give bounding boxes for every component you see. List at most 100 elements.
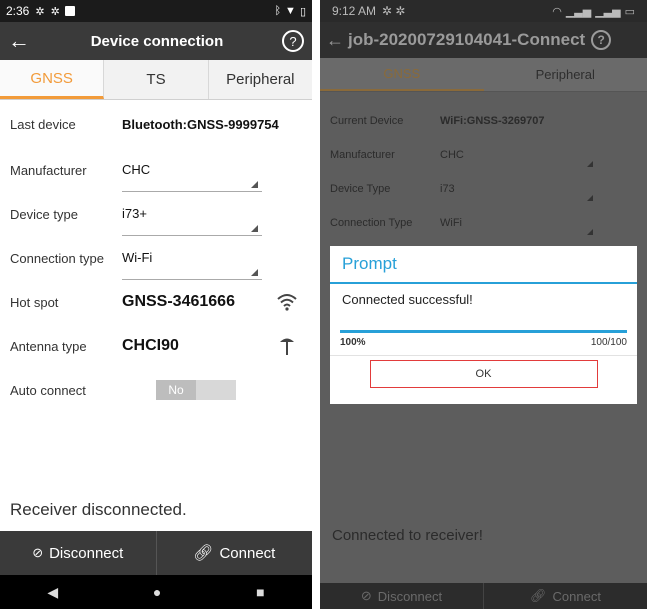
gear-icon: ✲: [50, 5, 60, 18]
battery-icon: ▭: [624, 5, 635, 18]
dialog-footer: OK: [330, 355, 637, 391]
dropdown-icon: [251, 181, 258, 188]
ok-button[interactable]: OK: [369, 359, 598, 388]
device-type-label: Device Type: [330, 183, 391, 195]
hot-spot-row: Hot spot GNSS-3461666: [10, 280, 302, 324]
status-bar: 2:36 ✲ ✲ ᛒ ▼ ▯: [0, 0, 312, 22]
tab-gnss[interactable]: GNSS: [0, 60, 105, 99]
dropdown-icon: [251, 269, 258, 276]
connect-button[interactable]: 🔗︎ Connect: [483, 583, 647, 609]
progress-percent: 100%: [340, 337, 366, 348]
wifi-status-icon: ▼: [285, 5, 296, 17]
connect-button[interactable]: 🔗︎ Connect: [155, 531, 313, 575]
link-icon: 🔗︎: [530, 588, 547, 603]
dropdown-icon: [251, 225, 258, 232]
nav-back-icon[interactable]: ◀: [47, 584, 58, 601]
last-device-row: Last device Bluetooth:GNSS-9999754: [10, 100, 302, 148]
help-icon[interactable]: ?: [591, 30, 612, 50]
device-type-select[interactable]: i73: [440, 172, 597, 206]
dropdown-icon: [587, 229, 593, 235]
tab-bar: GNSS TS Peripheral: [0, 60, 312, 100]
connection-type-value: Wi-Fi: [122, 250, 153, 265]
disconnect-button[interactable]: ⊘ Disconnect: [0, 531, 156, 575]
wifi-status-icon: ◠: [552, 5, 562, 18]
device-form: Last device Bluetooth:GNSS-9999754 Manuf…: [0, 100, 312, 412]
connection-type-select[interactable]: Wi-Fi: [122, 236, 262, 280]
disconnect-button[interactable]: ⊘ Disconnect: [320, 583, 483, 609]
connection-type-value: WiFi: [440, 217, 462, 229]
tab-peripheral[interactable]: Peripheral: [209, 60, 312, 99]
gear-icon: ✲: [35, 5, 45, 18]
current-device-row: Current Device WiFi:GNSS-3269707: [330, 104, 637, 138]
dialog-title: Prompt: [330, 246, 637, 284]
hot-spot-value: GNSS-3461666: [122, 293, 235, 310]
notification-icon: [64, 6, 75, 16]
back-arrow-icon[interactable]: ←: [8, 28, 32, 54]
nav-home-icon[interactable]: ●: [153, 584, 161, 600]
connection-type-select[interactable]: WiFi: [440, 206, 597, 240]
device-form: Current Device WiFi:GNSS-3269707 Manufac…: [320, 92, 647, 240]
antenna-type-row: Antenna type CHCI90: [10, 324, 302, 368]
progress-row: 100% 100/100: [330, 333, 637, 355]
right-screen: 9:12 AM ✲ ✲ ◠ ▁▃▅ ▁▃▅ ▭ ← job-2020072910…: [320, 0, 647, 609]
status-bar: 9:12 AM ✲ ✲ ◠ ▁▃▅ ▁▃▅ ▭: [320, 0, 647, 22]
manufacturer-select[interactable]: CHC: [440, 138, 597, 172]
battery-icon: ▯: [299, 5, 306, 18]
title-bar: ← Device connection ?: [0, 22, 312, 60]
unlink-icon: ⊘: [360, 588, 372, 603]
disconnect-label: Disconnect: [49, 544, 124, 562]
antenna-type-value: CHCI90: [122, 337, 179, 354]
status-time: 2:36: [6, 4, 30, 18]
page-title: job-20200729104041-Connect: [348, 30, 586, 49]
connect-label: Connect: [219, 544, 276, 562]
manufacturer-label: Manufacturer: [330, 149, 395, 161]
antenna-type-label: Antenna type: [10, 338, 87, 354]
unlink-icon: ⊘: [32, 545, 44, 560]
device-type-row: Device type i73+: [10, 192, 302, 236]
current-device-value: WiFi:GNSS-3269707: [440, 115, 545, 127]
auto-connect-toggle[interactable]: No: [156, 380, 236, 400]
left-screen: 2:36 ✲ ✲ ᛒ ▼ ▯ ← Device connection ? GNS…: [0, 0, 312, 609]
auto-connect-label: Auto connect: [10, 382, 86, 398]
manufacturer-row: Manufacturer CHC: [330, 138, 637, 172]
toggle-knob: No: [156, 380, 196, 400]
bottom-action-bar: ⊘ Disconnect 🔗︎ Connect: [320, 583, 647, 609]
wifi-icon[interactable]: [272, 293, 302, 311]
tab-ts[interactable]: TS: [104, 60, 209, 99]
current-device-label: Current Device: [330, 115, 404, 127]
status-time: 9:12 AM: [332, 4, 377, 18]
nav-recents-icon[interactable]: ■: [256, 584, 264, 600]
connection-type-row: Connection type Wi-Fi: [10, 236, 302, 280]
notification-icon: ✲ ✲: [382, 4, 406, 18]
page-title: Device connection: [90, 32, 224, 50]
tab-bar: GNSS Peripheral: [320, 58, 647, 92]
dropdown-icon: [587, 161, 593, 167]
tab-peripheral[interactable]: Peripheral: [484, 58, 647, 91]
tab-gnss[interactable]: GNSS: [320, 58, 484, 91]
status-message: Receiver disconnected.: [10, 500, 187, 519]
last-device-label: Last device: [10, 116, 76, 132]
hot-spot-label: Hot spot: [10, 294, 59, 310]
device-type-value: i73+: [122, 206, 147, 221]
device-type-row: Device Type i73: [330, 172, 637, 206]
device-type-label: Device type: [10, 206, 78, 222]
manufacturer-select[interactable]: CHC: [122, 148, 262, 192]
antenna-icon[interactable]: [272, 336, 302, 356]
last-device-value: Bluetooth:GNSS-9999754: [122, 116, 279, 132]
connection-type-row: Connection Type WiFi: [330, 206, 637, 240]
manufacturer-row: Manufacturer CHC: [10, 148, 302, 192]
manufacturer-value: CHC: [122, 162, 151, 177]
help-icon[interactable]: ?: [282, 30, 304, 52]
progress-count: 100/100: [590, 337, 627, 348]
device-type-select[interactable]: i73+: [122, 192, 262, 236]
back-arrow-icon[interactable]: ←: [326, 30, 348, 51]
manufacturer-label: Manufacturer: [10, 162, 87, 178]
link-icon: 🔗︎: [193, 545, 214, 562]
connection-type-label: Connection type: [10, 250, 104, 266]
device-type-value: i73: [440, 183, 455, 195]
android-nav-bar: ◀ ● ■: [0, 575, 312, 609]
signal-icon: ▁▃▅: [595, 5, 621, 18]
dialog-message: Connected successful!: [342, 292, 473, 307]
disconnect-label: Disconnect: [377, 588, 443, 604]
connect-label: Connect: [552, 588, 601, 604]
